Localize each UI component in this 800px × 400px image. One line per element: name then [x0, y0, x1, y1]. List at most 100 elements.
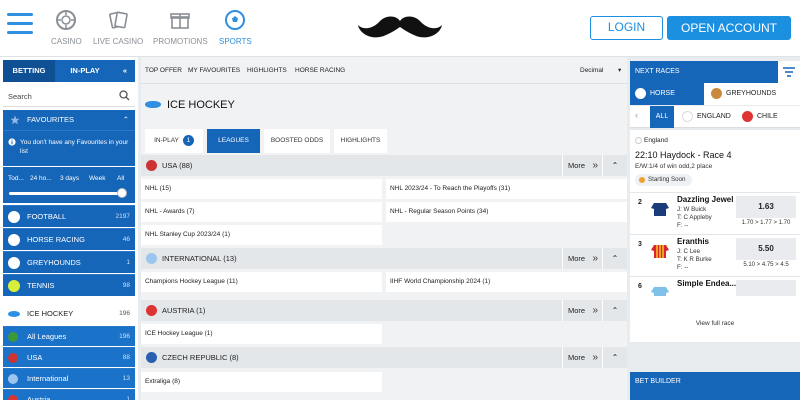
- link-highlights[interactable]: HIGHLIGHTS: [247, 67, 287, 74]
- more-button[interactable]: More »: [562, 248, 602, 269]
- sidebar-item-count: 2197: [115, 213, 130, 220]
- tab-leagues[interactable]: LEAGUES: [207, 129, 260, 153]
- time-filter-today[interactable]: Tod...: [8, 175, 24, 182]
- time-slider-track[interactable]: [9, 192, 125, 195]
- time-filter-week[interactable]: Week: [89, 175, 106, 182]
- right-panel: NEXT RACES HORSE RACING GREYHOUNDS ALL ‹…: [630, 57, 800, 400]
- time-filter-24h[interactable]: 24 ho...: [30, 175, 52, 182]
- time-filter-3days[interactable]: 3 days: [60, 175, 79, 182]
- gift-icon: [170, 13, 191, 29]
- chevron-up-icon[interactable]: ⌃: [602, 155, 627, 176]
- favourites-title: FAVOURITES: [27, 115, 74, 124]
- league-cell[interactable]: Champions Hockey League (11): [141, 272, 382, 292]
- odds-format-select[interactable]: Decimal: [580, 67, 603, 74]
- category-usa[interactable]: USA (88) More » ⌃: [141, 155, 627, 176]
- runner-trainer: T: K R Burke: [677, 256, 712, 263]
- tab-betting[interactable]: BETTING: [3, 60, 55, 82]
- nav-casino[interactable]: CASINO: [51, 9, 82, 46]
- chevron-left-icon[interactable]: ‹: [635, 110, 638, 120]
- league-cell[interactable]: NHL Stanley Cup 2023/24 (1): [141, 225, 382, 245]
- tab-boosted-odds[interactable]: BOOSTED ODDS: [264, 129, 330, 153]
- tab-greyhounds[interactable]: GREYHOUNDS: [704, 83, 800, 105]
- more-button[interactable]: More »: [562, 347, 602, 368]
- country-tab-chile[interactable]: CHILE: [740, 106, 800, 128]
- nav-promotions[interactable]: PROMOTIONS: [153, 9, 208, 46]
- nav-live-casino-label: LIVE CASINO: [93, 37, 144, 46]
- chevron-up-icon[interactable]: ⌃: [602, 248, 627, 269]
- category-label: AUSTRIA (1): [162, 306, 206, 315]
- sidebar-subitem-austria[interactable]: Austria 1: [3, 389, 135, 400]
- sidebar-item-label: International: [27, 374, 69, 383]
- runner-row: 2 Dazzling Jewel J: W Buick T: C Appleby…: [630, 192, 800, 232]
- category-label: USA (88): [162, 161, 193, 170]
- odds-button[interactable]: 1.63: [736, 196, 796, 218]
- tab-in-play[interactable]: IN-PLAY: [55, 60, 115, 82]
- category-label: CZECH REPUBLIC (8): [162, 353, 239, 362]
- league-cell[interactable]: NHL - Awards (7): [141, 202, 382, 222]
- odds-history: 1.70 > 1.77 > 1.70: [741, 220, 791, 226]
- odds-button[interactable]: [736, 280, 796, 296]
- country-tab-all[interactable]: ALL: [650, 106, 674, 128]
- odds-button[interactable]: 5.50: [736, 238, 796, 260]
- greyhound-icon: [8, 257, 20, 269]
- runner-number: 3: [638, 241, 642, 248]
- race-title[interactable]: 22:10 Haydock - Race 4: [635, 150, 732, 160]
- time-slider-handle[interactable]: [117, 188, 127, 198]
- sidebar-item-ice-hockey[interactable]: ICE HOCKEY 196: [3, 303, 135, 325]
- category-austria[interactable]: AUSTRIA (1) More » ⌃: [141, 300, 627, 321]
- view-full-race-link[interactable]: View full race: [630, 320, 800, 327]
- mustache-logo[interactable]: [356, 11, 444, 43]
- sidebar-item-tennis[interactable]: TENNIS 98: [3, 274, 135, 296]
- search-box[interactable]: Search: [3, 85, 135, 107]
- tab-horse-racing[interactable]: HORSE RACING: [630, 83, 704, 119]
- nav-promotions-label: PROMOTIONS: [153, 37, 208, 46]
- tab-highlights[interactable]: HIGHLIGHTS: [334, 129, 387, 153]
- sidebar-subitem-usa[interactable]: USA 88: [3, 347, 135, 367]
- category-international[interactable]: INTERNATIONAL (13) More » ⌃: [141, 248, 627, 269]
- link-top-offer[interactable]: TOP OFFER: [145, 67, 182, 74]
- sidebar-subitem-international[interactable]: International 13: [3, 368, 135, 388]
- bet-builder-header[interactable]: BET BUILDER: [630, 372, 800, 400]
- sidebar-item-football[interactable]: FOOTBALL 2197: [3, 205, 135, 227]
- filter-icon[interactable]: [778, 61, 800, 83]
- race-each-way: E/W:1/4 of win odd,2 place: [635, 163, 713, 170]
- race-type-tabs: HORSE RACING GREYHOUNDS: [630, 83, 800, 119]
- sidebar-item-horse-racing[interactable]: HORSE RACING 46: [3, 228, 135, 250]
- time-filter-all[interactable]: All: [117, 175, 124, 182]
- open-account-button[interactable]: OPEN ACCOUNT: [667, 16, 791, 40]
- runner-details: J: C Lee T: K R Burke F: --: [677, 248, 712, 272]
- page-title-bar: ICE HOCKEY: [141, 89, 627, 121]
- league-cell[interactable]: NHL (15): [141, 179, 382, 199]
- category-czech-republic[interactable]: CZECH REPUBLIC (8) More » ⌃: [141, 347, 627, 368]
- england-flag-icon: [635, 137, 642, 144]
- double-chevron-left-icon[interactable]: «: [115, 60, 135, 82]
- jockey-silk-icon: [651, 203, 669, 216]
- login-button[interactable]: LOGIN: [590, 16, 663, 40]
- double-chevron-right-icon: »: [592, 352, 598, 363]
- puck-icon: [8, 311, 20, 317]
- league-cell[interactable]: NHL 2023/24 - To Reach the Playoffs (31): [386, 179, 627, 199]
- league-cell[interactable]: IIHF World Championship 2024 (1): [386, 272, 627, 292]
- more-button[interactable]: More »: [562, 300, 602, 321]
- league-cell[interactable]: ICE Hockey League (1): [141, 324, 382, 344]
- tab-label: ENGLAND: [697, 113, 731, 120]
- nav-live-casino[interactable]: LIVE CASINO: [93, 9, 143, 46]
- sidebar-subitem-all-leagues[interactable]: All Leagues 196: [3, 326, 135, 346]
- left-sidebar: BETTING IN-PLAY « Search FAVOURITES ⌃ Yo…: [0, 57, 138, 400]
- usa-flag-icon: [8, 353, 18, 363]
- country-tab-england[interactable]: ENGLAND: [680, 106, 740, 128]
- more-button[interactable]: More »: [562, 155, 602, 176]
- league-cell[interactable]: NHL - Regular Season Points (34): [386, 202, 627, 222]
- menu-icon[interactable]: [7, 13, 33, 39]
- chevron-up-icon[interactable]: ⌃: [602, 300, 627, 321]
- nav-sports[interactable]: SPORTS: [219, 9, 252, 46]
- chevron-up-icon[interactable]: ⌃: [602, 347, 627, 368]
- favourites-header[interactable]: FAVOURITES ⌃: [3, 110, 135, 130]
- sidebar-item-greyhounds[interactable]: GREYHOUNDS 1: [3, 251, 135, 273]
- link-horse-racing[interactable]: HORSE RACING: [295, 67, 345, 74]
- tab-in-play[interactable]: IN-PLAY 1: [145, 129, 203, 153]
- league-cell[interactable]: Extraliga (8): [141, 372, 382, 392]
- link-my-favourites[interactable]: MY FAVOURITES: [188, 67, 240, 74]
- horse-icon: [8, 234, 20, 246]
- chevron-down-icon[interactable]: ▾: [618, 66, 621, 74]
